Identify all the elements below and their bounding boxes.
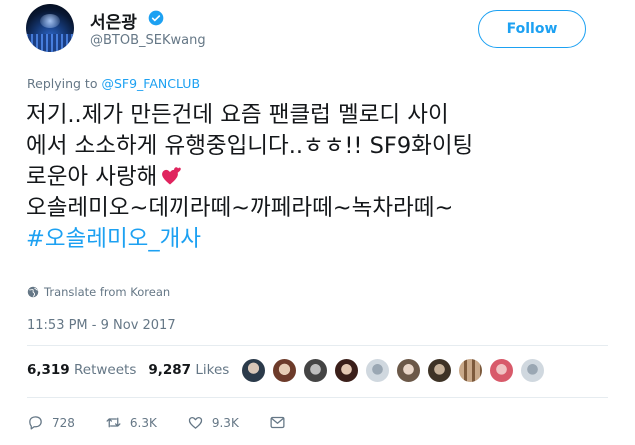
liker-avatar[interactable]	[241, 358, 266, 383]
heart-icon	[188, 416, 203, 429]
replying-to: Replying to @SF9_FANCLUB	[27, 76, 200, 91]
translate-label: Translate from Korean	[44, 285, 171, 299]
reply-button[interactable]: 728	[27, 414, 75, 431]
liker-avatar[interactable]	[303, 358, 328, 383]
replying-to-label: Replying to	[27, 76, 98, 91]
tweet-text: 저기..제가 만든건데 요즘 팬클럽 멜로디 사이 에서 소소하게 유행중입니다…	[26, 100, 606, 255]
two-hearts-icon	[162, 167, 182, 185]
liker-avatar[interactable]	[334, 358, 359, 383]
likes-count: 9,287	[148, 362, 192, 378]
divider-top	[27, 345, 608, 346]
liker-avatar[interactable]	[396, 358, 421, 383]
like-count: 9.3K	[211, 415, 239, 430]
direct-message-button[interactable]	[269, 414, 286, 431]
divider-bottom	[27, 397, 608, 398]
globe-icon	[27, 286, 39, 298]
display-name[interactable]: 서은광	[90, 8, 137, 33]
liker-avatar[interactable]	[365, 358, 390, 383]
profile-avatar[interactable]	[26, 4, 74, 52]
envelope-icon	[270, 416, 285, 429]
engagement-stats: 6,319 Retweets 9,287 Likes	[27, 362, 229, 378]
follow-button[interactable]: Follow	[478, 10, 586, 48]
tweet-line-2: 에서 소소하게 유행중입니다..ㅎㅎ!! SF9화이팅	[26, 133, 474, 159]
user-handle[interactable]: @BTOB_SEKwang	[90, 33, 206, 48]
likes-stat[interactable]: 9,287 Likes	[148, 362, 229, 378]
translate-link[interactable]: Translate from Korean	[27, 285, 170, 299]
tweet-actions: 728 6.3K 9.3K	[27, 414, 316, 431]
liker-avatar[interactable]	[458, 358, 483, 383]
avatar-crowd	[26, 34, 74, 52]
reply-count: 728	[52, 415, 75, 430]
tweet-line-1: 저기..제가 만든건데 요즘 팬클럽 멜로디 사이	[26, 102, 449, 128]
tweet-timestamp[interactable]: 11:53 PM - 9 Nov 2017	[27, 318, 176, 333]
retweet-icon	[106, 417, 121, 428]
tweet-line-3: 로운아 사랑해	[26, 162, 606, 193]
liker-avatar[interactable]	[272, 358, 297, 383]
avatar-glow	[40, 14, 60, 28]
retweets-label: Retweets	[74, 362, 137, 378]
retweet-count: 6.3K	[129, 415, 157, 430]
reply-mention-link[interactable]: @SF9_FANCLUB	[101, 76, 200, 91]
liker-avatar[interactable]	[520, 358, 545, 383]
like-button[interactable]: 9.3K	[187, 414, 239, 431]
retweets-stat[interactable]: 6,319 Retweets	[27, 362, 136, 378]
hashtag-link[interactable]: #오솔레미오_개사	[26, 224, 606, 255]
tweet-line-3-text: 로운아 사랑해	[26, 164, 158, 190]
verified-badge-icon	[148, 10, 164, 26]
retweets-count: 6,319	[27, 362, 70, 378]
tweet-line-4: 오솔레미오~데끼라떼~까페라떼~녹차라떼~	[26, 195, 454, 221]
retweet-button[interactable]: 6.3K	[105, 414, 157, 431]
liker-avatar[interactable]	[427, 358, 452, 383]
liker-avatar[interactable]	[489, 358, 514, 383]
reply-icon	[29, 416, 42, 430]
likes-label: Likes	[195, 362, 230, 378]
likers-avatars	[241, 358, 545, 383]
